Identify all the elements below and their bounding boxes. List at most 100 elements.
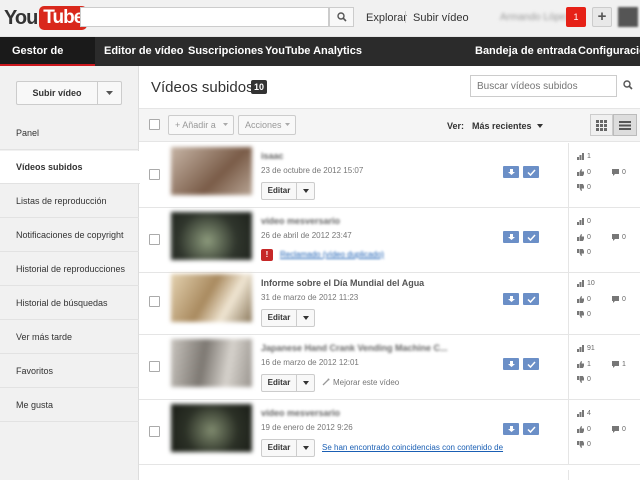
download-icon[interactable] xyxy=(503,231,519,243)
row-checkbox[interactable] xyxy=(149,169,160,180)
comments-stat: 0 xyxy=(612,426,626,433)
comment-icon xyxy=(612,361,619,368)
tab-video-manager[interactable]: Gestor de vídeos xyxy=(0,37,95,86)
video-title[interactable]: Japanese Hand Crank Vending Machine C... xyxy=(261,343,448,353)
sidebar-upload-button[interactable]: Subir vídeo xyxy=(16,81,122,105)
thumbs-up-icon xyxy=(577,426,584,433)
search-icon[interactable] xyxy=(623,80,633,90)
thumbs-up-icon xyxy=(577,234,584,241)
edit-button[interactable]: Editar xyxy=(261,309,315,327)
enhance-video-link[interactable]: Mejorar este vídeo xyxy=(322,378,399,387)
edit-label: Editar xyxy=(267,186,291,195)
thumbs-down-icon xyxy=(577,311,584,318)
sidebar-item-watch-history[interactable]: Historial de reproducciones xyxy=(0,253,139,286)
edit-button[interactable]: Editar xyxy=(261,374,315,392)
video-title[interactable]: isaac xyxy=(261,151,284,161)
divider xyxy=(405,11,406,23)
row-checkbox[interactable] xyxy=(149,296,160,307)
sidebar-item-likes[interactable]: Me gusta xyxy=(0,389,139,422)
sort-dropdown[interactable]: Más recientes xyxy=(472,121,544,131)
comments-stat: 0 xyxy=(612,296,626,303)
sidebar-item-favorites[interactable]: Favoritos xyxy=(0,355,139,388)
chevron-down-icon[interactable] xyxy=(296,375,314,391)
thumbs-down-icon xyxy=(577,249,584,256)
select-all-checkbox[interactable] xyxy=(149,119,160,130)
copyright-claim-link[interactable]: Reclamado (vídeo duplicado) xyxy=(280,250,384,259)
dislikes-count: 0 xyxy=(587,249,591,256)
add-to-button[interactable]: + Añadir a xyxy=(168,115,234,135)
views-count: 0 xyxy=(587,218,591,225)
checkmark-icon[interactable] xyxy=(523,423,539,435)
checkmark-icon[interactable] xyxy=(523,166,539,178)
chevron-down-icon[interactable] xyxy=(296,310,314,326)
video-thumbnail[interactable] xyxy=(171,404,252,452)
video-title[interactable]: Informe sobre el Día Mundial del Agua xyxy=(261,278,424,288)
checkmark-icon[interactable] xyxy=(523,293,539,305)
plus-icon[interactable]: + xyxy=(592,7,612,27)
download-icon[interactable] xyxy=(503,166,519,178)
search-input[interactable] xyxy=(80,7,329,27)
video-count-badge: 10 xyxy=(251,80,268,94)
checkmark-icon[interactable] xyxy=(523,358,539,370)
row-checkbox[interactable] xyxy=(149,426,160,437)
video-title[interactable]: vídeo mesversario xyxy=(261,408,340,418)
sidebar-item-watch-later[interactable]: Ver más tarde xyxy=(0,321,139,354)
dislikes-count: 0 xyxy=(587,184,591,191)
row-checkbox[interactable] xyxy=(149,234,160,245)
edit-label: Editar xyxy=(267,443,291,452)
edit-button[interactable]: Editar xyxy=(261,439,315,457)
user-name[interactable]: Armando López xyxy=(500,12,571,23)
sidebar-item-search-history[interactable]: Historial de búsquedas xyxy=(0,287,139,320)
likes-count: 0 xyxy=(587,426,591,433)
grid-view-button[interactable] xyxy=(590,114,613,136)
download-icon[interactable] xyxy=(503,358,519,370)
tab-settings[interactable]: Configuración xyxy=(569,37,640,66)
table-row[interactable]: vídeo mesversario 26 de abril de 2012 23… xyxy=(139,208,640,273)
tab-analytics[interactable]: YouTube Analytics xyxy=(256,37,371,66)
sidebar-item-uploads[interactable]: Vídeos subidos xyxy=(0,151,140,184)
row-checkbox[interactable] xyxy=(149,361,160,372)
youtube-logo[interactable]: You Tube xyxy=(4,6,88,30)
uploads-search-input[interactable] xyxy=(470,75,617,97)
video-title[interactable]: vídeo mesversario xyxy=(261,216,340,226)
tab-inbox[interactable]: Bandeja de entrada xyxy=(466,37,585,66)
dislikes-stat: 0 xyxy=(577,249,591,256)
enhance-video-label: Mejorar este vídeo xyxy=(333,378,400,387)
table-row[interactable]: vídeo mesversario 19 de enero de 2012 9:… xyxy=(139,400,640,465)
checkmark-icon[interactable] xyxy=(523,231,539,243)
dislikes-count: 0 xyxy=(587,376,591,383)
sidebar-item-panel[interactable]: Panel xyxy=(0,117,139,150)
video-thumbnail[interactable] xyxy=(171,274,252,322)
tab-video-editor[interactable]: Editor de vídeo xyxy=(95,37,192,66)
video-thumbnail[interactable] xyxy=(171,339,252,387)
actions-button[interactable]: Acciones xyxy=(238,115,296,135)
thumbs-up-icon xyxy=(577,169,584,176)
video-thumbnail[interactable] xyxy=(171,212,252,260)
divider xyxy=(568,208,569,273)
thumbs-down-icon xyxy=(577,184,584,191)
bar-chart-icon xyxy=(577,218,584,225)
chevron-down-icon[interactable] xyxy=(296,440,314,456)
likes-count: 0 xyxy=(587,169,591,176)
video-thumbnail[interactable] xyxy=(171,147,252,195)
list-view-button[interactable] xyxy=(613,114,637,136)
table-row[interactable]: Japanese Hand Crank Vending Machine C...… xyxy=(139,335,640,400)
chevron-down-icon[interactable] xyxy=(296,183,314,199)
divider xyxy=(568,400,569,465)
avatar[interactable] xyxy=(618,7,638,27)
table-row[interactable]: isaac 23 de octubre de 2012 15:07 Editar… xyxy=(139,143,640,208)
explore-link[interactable]: Explorar xyxy=(366,12,407,24)
download-icon[interactable] xyxy=(503,423,519,435)
views-stat: 91 xyxy=(577,345,595,352)
download-icon[interactable] xyxy=(503,293,519,305)
sidebar-item-playlists[interactable]: Listas de reproducción xyxy=(0,185,139,218)
chevron-down-icon xyxy=(285,123,290,126)
search-button[interactable] xyxy=(329,7,354,27)
table-row[interactable]: Informe sobre el Día Mundial del Agua 31… xyxy=(139,270,640,335)
notification-badge[interactable]: 1 xyxy=(566,7,586,27)
sidebar-item-copyright[interactable]: Notificaciones de copyright xyxy=(0,219,139,252)
content-match-link[interactable]: Se han encontrado coincidencias con cont… xyxy=(322,443,503,452)
edit-button[interactable]: Editar xyxy=(261,182,315,200)
chevron-down-icon[interactable] xyxy=(97,82,121,104)
upload-link[interactable]: Subir vídeo xyxy=(413,12,469,24)
